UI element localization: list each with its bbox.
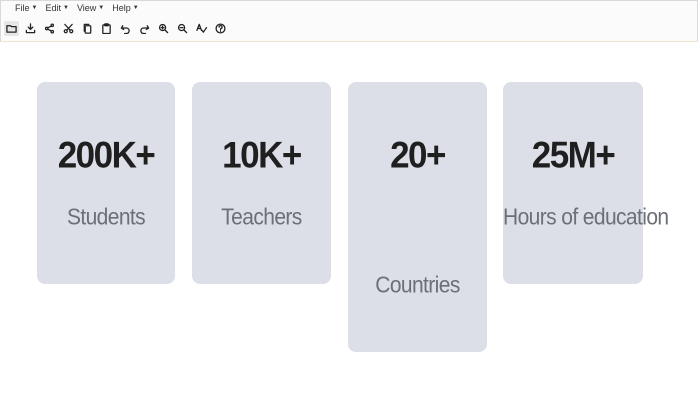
stat-label: Hours of education [503, 204, 669, 231]
help-icon [215, 22, 226, 34]
download-button[interactable] [23, 21, 38, 36]
menu-help-label: Help [112, 3, 131, 13]
zoom-out-icon [177, 23, 188, 33]
stat-card-teachers: 10K+ Teachers [192, 82, 331, 284]
help-button[interactable] [213, 21, 228, 36]
stat-value: 10K+ [222, 135, 302, 176]
cut-icon [63, 23, 74, 33]
stat-label: Teachers [221, 204, 302, 231]
copy-button[interactable] [80, 21, 95, 36]
caret-down-icon: ▼ [62, 5, 69, 11]
zoom-in-icon [158, 23, 169, 33]
share-icon [44, 22, 55, 34]
menu-file[interactable]: File ▼ [15, 3, 37, 13]
stat-value: 20+ [390, 135, 446, 176]
menu-edit-label: Edit [45, 3, 61, 13]
stat-value: 25M+ [531, 135, 616, 176]
paste-button[interactable] [99, 21, 114, 36]
stat-label: Countries [375, 272, 460, 299]
undo-icon [120, 24, 130, 34]
toolbar [4, 20, 228, 36]
spellcheck-icon [196, 23, 207, 33]
zoom-out-button[interactable] [175, 21, 190, 36]
stat-card-countries: 20+ Countries [348, 82, 487, 352]
menu-edit[interactable]: Edit ▼ [45, 3, 68, 13]
stat-value: 200K+ [57, 135, 156, 176]
menu-view[interactable]: View ▼ [77, 3, 104, 13]
caret-down-icon: ▼ [31, 5, 38, 11]
copy-icon [83, 23, 92, 34]
download-icon [25, 22, 36, 33]
menu-view-label: View [76, 3, 97, 13]
cut-button[interactable] [61, 21, 76, 36]
zoom-in-button[interactable] [156, 21, 171, 36]
menu-file-label: File [15, 3, 30, 13]
spellcheck-button[interactable] [194, 21, 209, 36]
caret-down-icon: ▼ [98, 5, 105, 11]
menu-help[interactable]: Help ▼ [112, 3, 138, 13]
folder-icon [6, 24, 17, 33]
undo-button[interactable] [118, 21, 133, 36]
share-button[interactable] [42, 21, 57, 36]
open-button[interactable] [4, 20, 19, 36]
stat-card-hours: 25M+ Hours of education [503, 82, 669, 284]
redo-icon [140, 24, 150, 34]
redo-button[interactable] [137, 21, 152, 36]
caret-down-icon: ▼ [132, 5, 139, 11]
paste-icon [102, 22, 111, 34]
stat-label: Students [66, 204, 146, 231]
stat-card-students: 200K+ Students [37, 82, 175, 284]
menu-bar: File ▼ Edit ▼ View ▼ Help ▼ [15, 2, 139, 14]
app-toolbar-area: File ▼ Edit ▼ View ▼ Help ▼ [0, 0, 698, 42]
